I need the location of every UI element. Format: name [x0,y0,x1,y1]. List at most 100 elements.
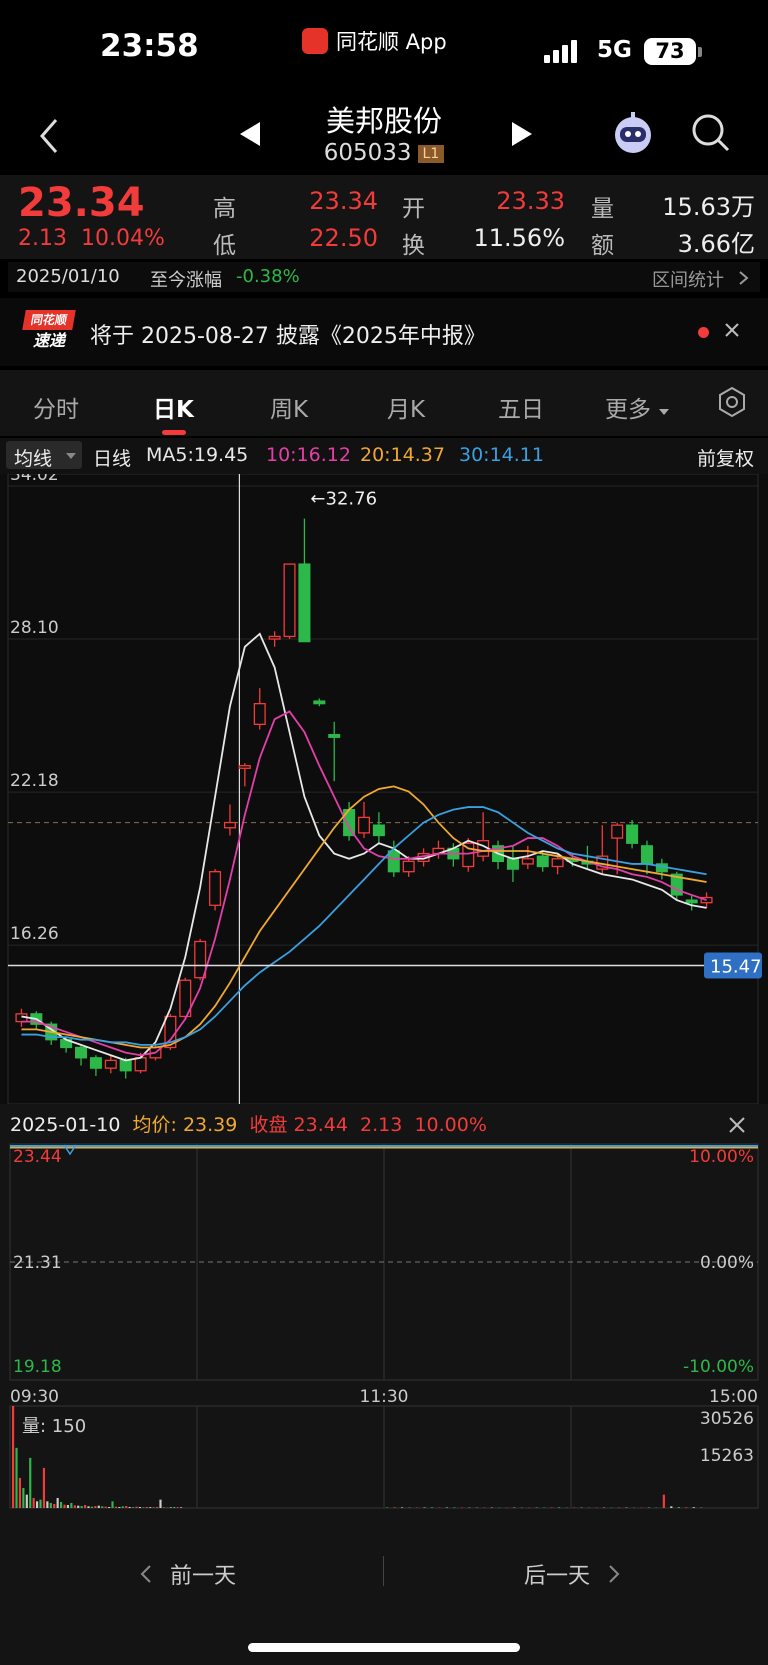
time-tick-label: 15:00 [709,1387,758,1407]
indicator-selector[interactable]: 均线 [6,441,82,470]
candle [313,700,326,705]
volume-bar [162,1507,166,1508]
open-label: 开 [402,196,425,222]
ma-band: 均线 日线 MA5:19.45 10:16.12 20:14.37 30:14.… [0,438,768,474]
volume-bar [179,1507,183,1508]
volume-bar [32,1497,35,1508]
stock-name: 美邦股份 [325,104,442,138]
candle [238,765,251,769]
candle [209,871,222,906]
volume-bar [15,1447,18,1508]
close-icon[interactable] [728,1116,746,1134]
volume-bar [400,1507,404,1508]
next-day-button[interactable]: 后一天 [524,1558,620,1590]
prev-day-button[interactable]: 前一天 [140,1558,236,1590]
tab-more-label: 更多 [605,397,651,423]
volume-bar [87,1506,90,1508]
candle [223,821,236,829]
app-chip[interactable]: 同花顺 App [302,26,447,56]
volume-bar [550,1507,553,1508]
turnover-label: 换 [402,233,425,259]
volume-bar [138,1506,142,1508]
candle [387,850,400,873]
volume-bar [25,1494,28,1508]
indicator-selector-label: 均线 [14,448,53,470]
volume-bar [662,1494,665,1508]
kline-chart[interactable]: 34.02 28.10 22.18 16.26 ←32.76 15.47 [0,465,768,1105]
intraday-date: 2025-01-10 [10,1114,121,1136]
tab-intraday[interactable]: 分时 [33,390,79,424]
candle [521,858,534,865]
volume-bar [125,1505,128,1508]
signal-icon [544,40,577,63]
chevron-right-icon [739,271,749,285]
volume-bar [111,1501,114,1508]
chevron-left-icon [140,1565,151,1583]
news-banner[interactable]: 同花顺 速递 将于 2025-08-27 披露《2025年中报》 [0,298,768,366]
candle [611,824,624,839]
y-tick-label: 28.10 [10,618,59,638]
volume-bar [423,1507,426,1508]
ma-line-ma10 [21,710,707,1057]
avg-value: 23.39 [182,1114,238,1136]
volume-bar [77,1505,80,1508]
volume-bar [56,1497,59,1508]
tab-more[interactable]: 更多 [605,390,670,424]
candle [89,1057,102,1069]
tab-five-day[interactable]: 五日 [498,390,544,424]
volume-bar [176,1507,179,1508]
candle [119,1059,132,1072]
amount-label: 额 [591,233,614,259]
range-label: 至今涨幅 [150,270,222,291]
candle [194,940,207,979]
volume-bar [90,1506,94,1508]
pct-tick-label: 0.00% [700,1253,754,1273]
volume-bar [166,1507,169,1508]
volume-bar [155,1506,159,1508]
status-time: 23:58 [100,28,199,64]
unread-dot [698,327,709,338]
volume-bar [39,1499,42,1508]
close-label: 收盘 [249,1114,288,1136]
range-stats-link[interactable]: 区间统计 [652,266,724,292]
volume-bar [83,1504,87,1508]
volume-bar [475,1507,478,1508]
volume-bar [408,1507,411,1508]
change-pct: 10.04% [80,226,165,251]
settings-icon[interactable] [716,386,748,418]
battery-icon: 73 [644,38,696,65]
volume-bar [49,1502,52,1508]
time-tick-label: 09:30 [10,1387,59,1407]
tab-monthly-k[interactable]: 月K [387,390,425,424]
volume-bar [18,1477,22,1508]
kline-chart-area[interactable]: 34.02 28.10 22.18 16.26 ←32.76 15.47 [0,465,768,1105]
candle [626,824,639,844]
volume-bar [104,1506,107,1508]
volume-bar [128,1506,131,1508]
home-indicator[interactable] [248,1643,520,1652]
price-tick-label: 23.44 [13,1147,62,1167]
range-band[interactable]: 2025/01/10 至今涨幅 -0.38% 区间统计 [8,262,760,292]
adjust-mode[interactable]: 前复权 [697,444,754,471]
volume-bar [692,1507,695,1508]
avg-label: 均价: [132,1114,177,1136]
volume-bar [677,1506,680,1508]
ma20-value: 20:14.37 [360,444,445,466]
volume-bar [393,1507,396,1508]
volume-bar [29,1457,32,1508]
volume-bar [42,1467,46,1508]
divider [383,1556,384,1586]
last-price: 23.34 [18,180,145,226]
volume-bar [453,1507,456,1508]
ma-line-ma30 [21,806,707,1046]
time-tick-label: 11:30 [360,1387,409,1407]
tab-weekly-k[interactable]: 周K [270,390,308,424]
ma10-value: 10:16.12 [266,444,351,466]
caret-down-icon [659,409,670,415]
tab-daily-k[interactable]: 日K [153,390,194,424]
candle [134,1057,147,1072]
close-icon[interactable] [724,322,740,338]
volume-bar [386,1507,389,1508]
intraday-chart[interactable]: 23.44 21.31 19.18 10.00% 0.00% -10.00% 09:30 11… [0,1140,768,1534]
intraday-panel: 2025-01-10 均价: 23.39 收盘 23.44 2.13 10.00… [0,1104,768,1534]
